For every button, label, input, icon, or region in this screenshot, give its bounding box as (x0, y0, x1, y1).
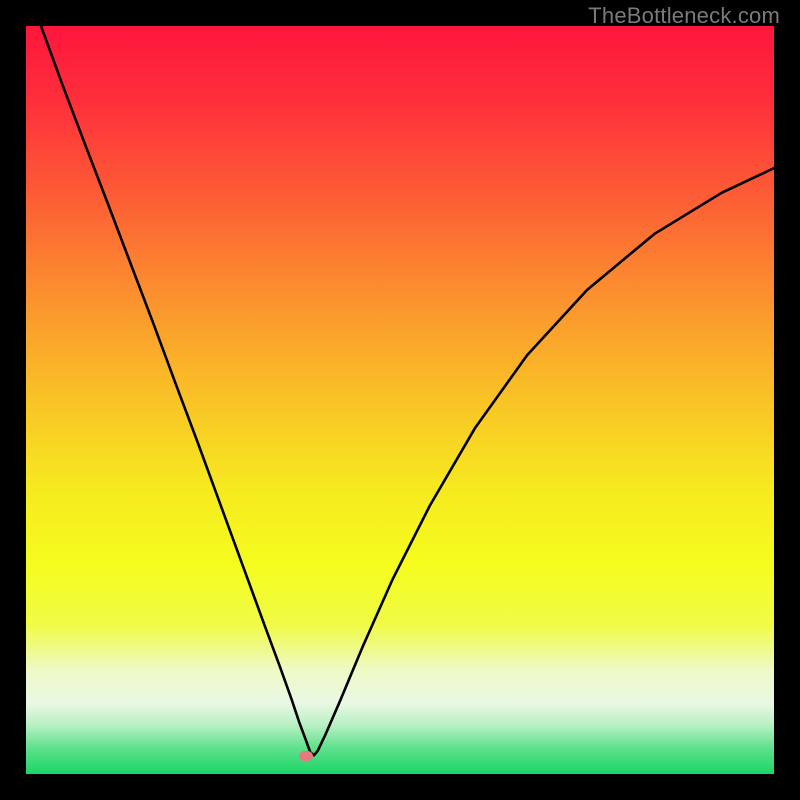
gradient-background (26, 26, 774, 774)
optimal-marker (299, 751, 313, 761)
plot-area (26, 26, 774, 774)
chart-frame: TheBottleneck.com (0, 0, 800, 800)
chart-svg (26, 26, 774, 774)
